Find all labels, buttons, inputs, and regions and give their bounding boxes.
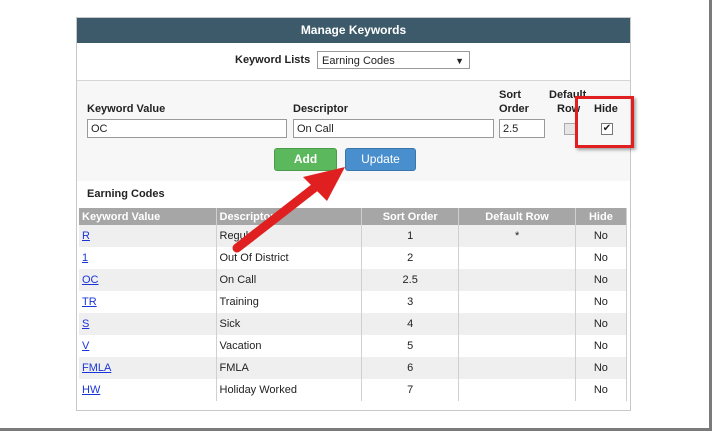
annotation-arrow-icon (232, 167, 345, 253)
arrow-shaft (232, 180, 323, 253)
